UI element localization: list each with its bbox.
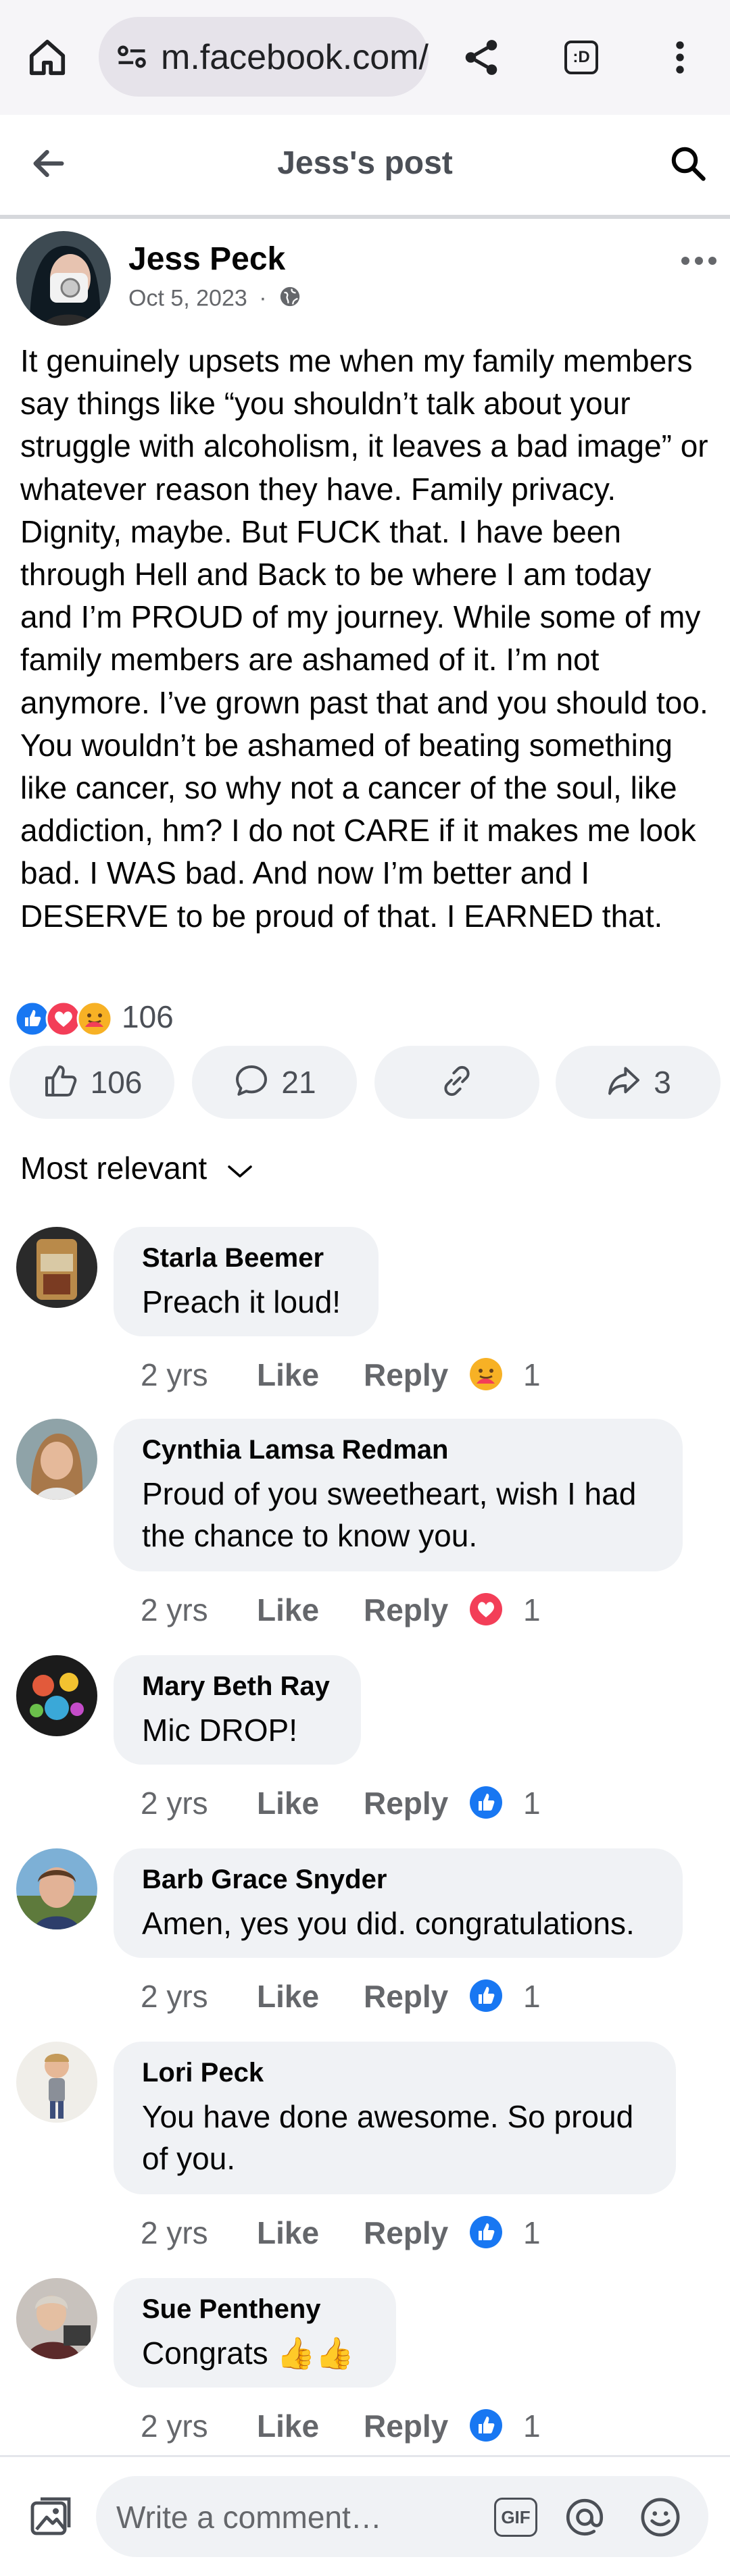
comment-reply-button[interactable]: Reply xyxy=(364,1357,448,1393)
copy-link-button[interactable] xyxy=(374,1046,539,1119)
comment-input[interactable]: Write a comment… xyxy=(116,2499,382,2535)
commenter-name[interactable]: Sue Pentheny xyxy=(142,2294,321,2325)
more-vertical-icon[interactable] xyxy=(653,30,707,84)
commenter-avatar[interactable] xyxy=(16,1419,97,1500)
like-icon xyxy=(42,1062,80,1103)
comment-reply-button[interactable]: Reply xyxy=(364,1978,448,2015)
comment-time[interactable]: 2 yrs xyxy=(141,1592,208,1628)
comment-text: Proud of you sweetheart, wish I had the … xyxy=(142,1476,637,1553)
site-settings-icon[interactable] xyxy=(108,33,155,80)
comment-like-button[interactable]: Like xyxy=(257,2215,319,2251)
gif-label: GIF xyxy=(494,2498,537,2537)
comment-like-button[interactable]: Like xyxy=(257,2408,319,2444)
comment-count: 21 xyxy=(281,1065,316,1100)
date-separator: · xyxy=(259,285,267,311)
page-title: Jess's post xyxy=(277,145,453,181)
comment-bubble[interactable]: Sue Pentheny Congrats 👍👍 xyxy=(114,2278,396,2388)
comment-input-box[interactable]: Write a comment… GIF xyxy=(96,2476,708,2557)
commenter-avatar[interactable] xyxy=(16,1227,97,1308)
comment-time[interactable]: 2 yrs xyxy=(141,2215,208,2251)
commenter-name[interactable]: Barb Grace Snyder xyxy=(142,1865,387,1895)
comment-reaction-count[interactable]: 1 xyxy=(523,2408,541,2444)
like-reaction-icon[interactable] xyxy=(468,1978,504,2013)
author-avatar[interactable] xyxy=(16,231,111,326)
comment-bubble[interactable]: Barb Grace Snyder Amen, yes you did. con… xyxy=(114,1848,683,1958)
commenter-avatar[interactable] xyxy=(16,1655,97,1736)
browser-toolbar: m.facebook.com/ :D xyxy=(0,0,730,115)
post-date[interactable]: Oct 5, 2023 · xyxy=(128,285,301,314)
comment-like-button[interactable]: Like xyxy=(257,1592,319,1628)
tabs-icon[interactable]: :D xyxy=(554,30,608,84)
search-icon[interactable] xyxy=(664,139,712,188)
post-body: It genuinely upsets me when my family me… xyxy=(20,343,708,934)
share-arrow-icon xyxy=(605,1062,643,1103)
comment-bubble[interactable]: Mary Beth Ray Mic DROP! xyxy=(114,1655,361,1765)
comment-reaction-count[interactable]: 1 xyxy=(523,1785,541,1821)
reaction-count[interactable]: 106 xyxy=(122,999,174,1035)
emoji-icon[interactable] xyxy=(637,2494,684,2541)
share-icon[interactable] xyxy=(454,30,508,84)
like-reaction-icon[interactable] xyxy=(468,2215,504,2250)
care-reaction-icon[interactable] xyxy=(468,1357,504,1392)
comment-sort-dropdown[interactable]: Most relevant xyxy=(20,1150,253,1189)
comment-reply-button[interactable]: Reply xyxy=(364,2408,448,2444)
commenter-avatar[interactable] xyxy=(16,2278,97,2359)
comment-like-button[interactable]: Like xyxy=(257,1357,319,1393)
comment-reaction-count[interactable]: 1 xyxy=(523,2215,541,2251)
gif-icon[interactable]: GIF xyxy=(492,2494,539,2541)
comment-bubble[interactable]: Cynthia Lamsa Redman Proud of you sweeth… xyxy=(114,1419,683,1571)
comment-like-button[interactable]: Like xyxy=(257,1785,319,1821)
comment-reaction-count[interactable]: 1 xyxy=(523,1978,541,2015)
comment-bubble[interactable]: Lori Peck You have done awesome. So prou… xyxy=(114,2042,676,2194)
share-count: 3 xyxy=(654,1065,671,1100)
post-date-text[interactable]: Oct 5, 2023 xyxy=(128,285,247,311)
reaction-icons[interactable] xyxy=(14,1000,120,1038)
commenter-avatar[interactable] xyxy=(16,1848,97,1929)
like-reaction-icon[interactable] xyxy=(468,2408,504,2443)
author-name[interactable]: Jess Peck xyxy=(128,241,285,278)
comment-text: Congrats 👍👍 xyxy=(142,2335,354,2371)
comment-reply-button[interactable]: Reply xyxy=(364,1592,448,1628)
post-header-bar: Jess's post xyxy=(0,115,730,219)
photo-icon[interactable] xyxy=(20,2487,81,2548)
sort-label[interactable]: Most relevant xyxy=(20,1151,207,1186)
commenter-name[interactable]: Cynthia Lamsa Redman xyxy=(142,1435,448,1465)
comment-time[interactable]: 2 yrs xyxy=(141,1785,208,1821)
like-reaction-icon[interactable] xyxy=(468,1785,504,1820)
comment-bubble[interactable]: Starla Beemer Preach it loud! xyxy=(114,1227,379,1336)
comment-time[interactable]: 2 yrs xyxy=(141,1357,208,1393)
comment-composer-bar: Write a comment… GIF xyxy=(0,2455,730,2576)
like-button[interactable]: 106 xyxy=(9,1046,174,1119)
comment-reply-button[interactable]: Reply xyxy=(364,1785,448,1821)
globe-icon xyxy=(278,285,301,314)
comment-icon xyxy=(233,1062,270,1103)
commenter-name[interactable]: Lori Peck xyxy=(142,2058,264,2088)
comment-reply-button[interactable]: Reply xyxy=(364,2215,448,2251)
comment-time[interactable]: 2 yrs xyxy=(141,1978,208,2015)
url-bar[interactable]: m.facebook.com/ xyxy=(99,17,429,97)
comment-time[interactable]: 2 yrs xyxy=(141,2408,208,2444)
at-icon[interactable] xyxy=(561,2494,608,2541)
comment-button[interactable]: 21 xyxy=(192,1046,357,1119)
comment-text: You have done awesome. So proud of you. xyxy=(142,2099,634,2176)
commenter-name[interactable]: Starla Beemer xyxy=(142,1243,324,1273)
more-horizontal-icon[interactable] xyxy=(672,241,726,281)
commenter-avatar[interactable] xyxy=(16,2042,97,2123)
url-text[interactable]: m.facebook.com/ xyxy=(161,37,429,78)
home-icon[interactable] xyxy=(20,30,74,84)
like-count: 106 xyxy=(90,1065,143,1100)
share-button[interactable]: 3 xyxy=(556,1046,721,1119)
comment-reaction-count[interactable]: 1 xyxy=(523,1357,541,1393)
love-reaction-icon[interactable] xyxy=(468,1592,504,1627)
link-icon xyxy=(438,1062,476,1103)
chevron-down-icon[interactable] xyxy=(226,1153,253,1189)
commenter-name[interactable]: Mary Beth Ray xyxy=(142,1671,330,1702)
comment-like-button[interactable]: Like xyxy=(257,1978,319,2015)
tab-count: :D xyxy=(564,41,598,74)
comment-text: Amen, yes you did. congratulations. xyxy=(142,1906,635,1941)
comment-text: Preach it loud! xyxy=(142,1284,341,1319)
comment-text: Mic DROP! xyxy=(142,1713,297,1748)
comment-reaction-count[interactable]: 1 xyxy=(523,1592,541,1628)
